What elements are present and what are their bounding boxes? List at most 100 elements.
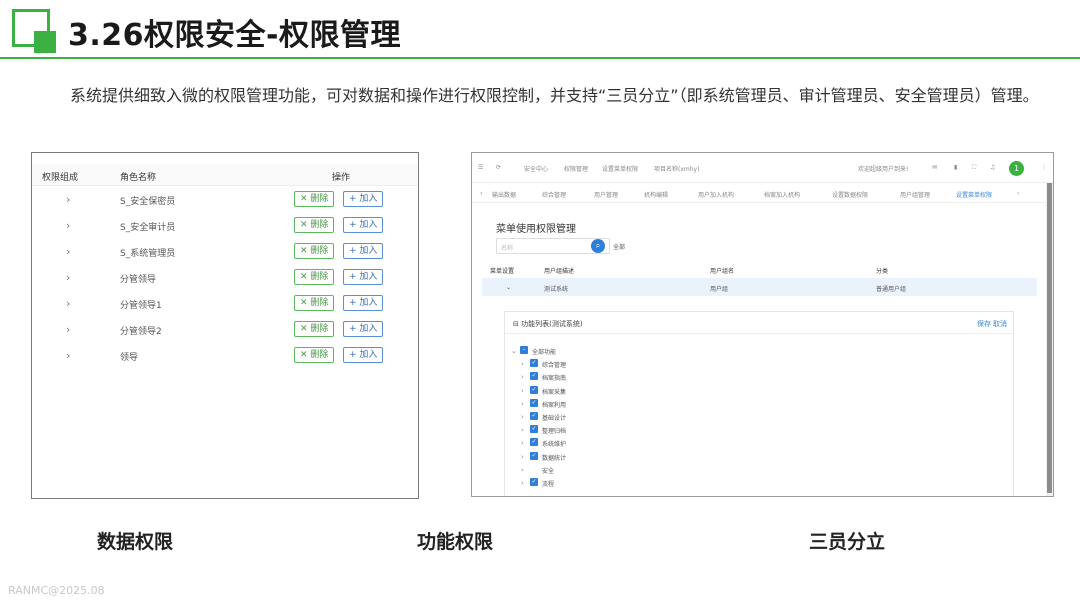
chevron-right-icon[interactable]: › (521, 373, 524, 381)
chevron-right-icon[interactable]: › (66, 297, 70, 310)
chevron-right-icon[interactable]: › (521, 466, 524, 474)
role-name: S_系统管理员 (120, 249, 176, 259)
tree-node[interactable]: › ✓ 数据统计 (511, 451, 711, 464)
checkbox-checked-icon[interactable]: ✓ (530, 425, 538, 434)
tree-node[interactable]: › ✓ 基础设计 (511, 411, 711, 424)
tab-prev-icon[interactable]: ‹ (480, 190, 482, 197)
role-name: 分管领导1 (120, 301, 162, 311)
checkbox-checked-icon[interactable]: ✓ (530, 398, 538, 407)
tab-item[interactable]: 综合管理 (542, 190, 566, 199)
table-row[interactable]: › 分管领导2 ✕ 删除 + 加入 (32, 317, 418, 343)
checkbox-indeterminate-icon[interactable]: – (520, 346, 528, 354)
logo-icon (12, 9, 56, 53)
chevron-right-icon[interactable]: › (521, 426, 524, 434)
add-button[interactable]: + 加入 (343, 347, 384, 363)
chevron-right-icon[interactable]: › (66, 271, 70, 284)
table-row[interactable]: › 分管领导1 ✕ 删除 + 加入 (32, 291, 418, 317)
topbar-item[interactable]: 设置菜单权限 (602, 164, 638, 173)
delete-button[interactable]: ✕ 删除 (294, 269, 335, 285)
chevron-right-icon[interactable]: › (66, 193, 70, 206)
tree-node[interactable]: › ✓ 档案利用 (511, 398, 711, 411)
table-row[interactable]: › S_安全保密员 ✕ 删除 + 加入 (32, 187, 418, 213)
all-filter[interactable]: 全部 (613, 242, 625, 251)
tree-node[interactable]: › 安全 (511, 464, 711, 477)
description-text: 系统提供细致入微的权限管理功能，可对数据和操作进行权限控制，并支持“三员分立”（… (70, 86, 1039, 105)
checkbox-checked-icon[interactable]: ✓ (530, 372, 538, 381)
tab-item[interactable]: 档案加入机构 (764, 190, 800, 199)
role-name: 分管领导2 (120, 327, 162, 337)
chevron-right-icon[interactable]: › (521, 387, 524, 395)
column-header: 用户组描述 (544, 268, 575, 275)
table-row[interactable]: › 领导 ✕ 删除 + 加入 (32, 343, 418, 369)
table-row[interactable]: › S_系统管理员 ✕ 删除 + 加入 (32, 239, 418, 265)
refresh-icon[interactable]: ⟳ (496, 164, 501, 171)
delete-button[interactable]: ✕ 删除 (294, 217, 335, 233)
checkbox-checked-icon[interactable]: ✓ (530, 438, 538, 447)
tab-item[interactable]: 输出数据 (492, 190, 516, 199)
table-row[interactable]: › S_安全审计员 ✕ 删除 + 加入 (32, 213, 418, 239)
menu-icon[interactable]: ☰ (478, 164, 483, 171)
avatar[interactable]: 1 (1009, 161, 1024, 176)
topbar-item[interactable]: 权限管理 (564, 164, 588, 173)
topbar-item[interactable]: 安全中心 (524, 164, 548, 173)
tab-next-icon[interactable]: › (1017, 190, 1019, 197)
checkbox-checked-icon[interactable]: ✓ (530, 359, 538, 368)
tab-item[interactable]: 用户组管理 (900, 190, 930, 199)
tree-node[interactable]: › ✓ 档案指南 (511, 371, 711, 384)
topbar-item[interactable]: 项目名称(xmhy) (654, 164, 699, 173)
chevron-right-icon[interactable]: › (521, 413, 524, 421)
tab-item[interactable]: 机构编辑 (644, 190, 668, 199)
column-header: 操作 (332, 173, 351, 183)
chevron-right-icon[interactable]: › (521, 360, 524, 368)
add-button[interactable]: + 加入 (343, 321, 384, 337)
welcome-text: 欢迎超级用户到来! (858, 166, 909, 173)
add-button[interactable]: + 加入 (343, 191, 384, 207)
tree-node[interactable]: › ✓ 系统维护 (511, 437, 711, 450)
chevron-right-icon[interactable]: › (66, 219, 70, 232)
tab-item[interactable]: 设置数据权限 (832, 190, 868, 199)
cancel-button[interactable]: 取消 (993, 319, 1007, 329)
add-button[interactable]: + 加入 (343, 243, 384, 259)
delete-button[interactable]: ✕ 删除 (294, 295, 335, 311)
chevron-right-icon[interactable]: › (66, 245, 70, 258)
search-icon[interactable]: ⌕ (591, 239, 605, 253)
scrollbar[interactable] (1046, 183, 1053, 496)
trash-icon[interactable]: ▮ (954, 164, 957, 171)
bell-icon[interactable]: ♫ (990, 164, 995, 171)
chevron-right-icon[interactable]: › (521, 439, 524, 447)
table-row[interactable]: ⌄ 测试系统 用户组 普通用户组 (482, 278, 1037, 296)
fullscreen-icon[interactable]: ⛶ (972, 164, 976, 172)
tab-item[interactable]: 用户加入机构 (698, 190, 734, 199)
tab-item[interactable]: 用户管理 (594, 190, 618, 199)
tree-node[interactable]: › ✓ 档案采集 (511, 385, 711, 398)
notification-icon[interactable]: ✉ (932, 164, 937, 171)
add-button[interactable]: + 加入 (343, 217, 384, 233)
save-button[interactable]: 保存 (977, 319, 991, 329)
checkbox-checked-icon[interactable]: ✓ (530, 411, 538, 420)
table-row[interactable]: › 分管领导 ✕ 删除 + 加入 (32, 265, 418, 291)
tab-item[interactable]: 设置菜单权限 (956, 190, 992, 199)
tree-node[interactable]: › ✓ 流程 (511, 477, 711, 490)
tree-node[interactable]: › ✓ 整理归档 (511, 424, 711, 437)
delete-button[interactable]: ✕ 删除 (294, 191, 335, 207)
tree-root[interactable]: ⌄ – 全部功能 (511, 345, 711, 358)
checkbox-checked-icon[interactable]: ✓ (530, 477, 538, 486)
add-button[interactable]: + 加入 (343, 295, 384, 311)
caption-function-permission: 功能权限 (417, 531, 494, 553)
checkbox-checked-icon[interactable]: ✓ (530, 385, 538, 394)
chevron-right-icon[interactable]: › (521, 453, 524, 461)
more-icon[interactable]: ⋮ (1041, 164, 1047, 171)
checkbox-checked-icon[interactable]: ✓ (530, 451, 538, 460)
delete-button[interactable]: ✕ 删除 (294, 243, 335, 259)
chevron-right-icon[interactable]: › (66, 349, 70, 362)
add-button[interactable]: + 加入 (343, 269, 384, 285)
delete-button[interactable]: ✕ 删除 (294, 347, 335, 363)
chevron-down-icon[interactable]: ⌄ (511, 347, 517, 355)
tree-node[interactable]: › ✓ 综合管理 (511, 358, 711, 371)
delete-button[interactable]: ✕ 删除 (294, 321, 335, 337)
chevron-right-icon[interactable]: › (521, 400, 524, 408)
chevron-right-icon[interactable]: › (66, 323, 70, 336)
expand-chevron-icon[interactable]: ⌄ (506, 284, 511, 291)
section-title: 菜单使用权限管理 (496, 224, 576, 235)
chevron-right-icon[interactable]: › (521, 479, 524, 487)
